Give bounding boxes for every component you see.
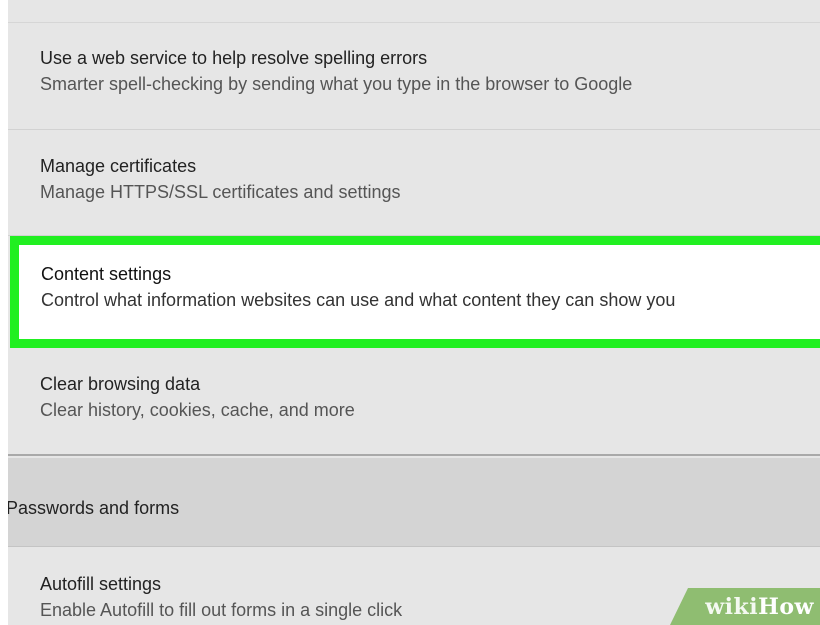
- clear-browsing-data-title: Clear browsing data: [40, 374, 201, 394]
- spellcheck-title: Use a web service to help resolve spelli…: [40, 48, 428, 68]
- watermark-wiki: wiki: [705, 593, 759, 620]
- spellcheck-subtitle: Smarter spell-checking by sending what y…: [40, 74, 633, 94]
- passwords-section-title: Passwords and forms: [8, 498, 180, 518]
- wikihow-watermark: wiki How: [670, 588, 820, 625]
- manage-certificates-subtitle: Manage HTTPS/SSL certificates and settin…: [40, 182, 401, 202]
- manage-certificates-row[interactable]: Manage certificates Manage HTTPS/SSL cer…: [8, 130, 820, 236]
- clear-browsing-data-row[interactable]: Clear browsing data Clear history, cooki…: [8, 346, 820, 456]
- content-settings-row[interactable]: Content settings Control what informatio…: [10, 236, 820, 348]
- clear-browsing-data-subtitle: Clear history, cookies, cache, and more: [40, 400, 355, 420]
- manage-certificates-title: Manage certificates: [40, 156, 197, 176]
- settings-page: Use a web service to help resolve spelli…: [0, 0, 820, 625]
- spellcheck-setting-row[interactable]: Use a web service to help resolve spelli…: [8, 22, 820, 130]
- previous-row-edge: [8, 0, 820, 23]
- passwords-section-header: Passwords and forms: [8, 458, 820, 547]
- content-settings-title: Content settings: [41, 264, 172, 284]
- content-settings-subtitle: Control what information websites can us…: [41, 290, 676, 310]
- watermark-how: How: [758, 593, 814, 620]
